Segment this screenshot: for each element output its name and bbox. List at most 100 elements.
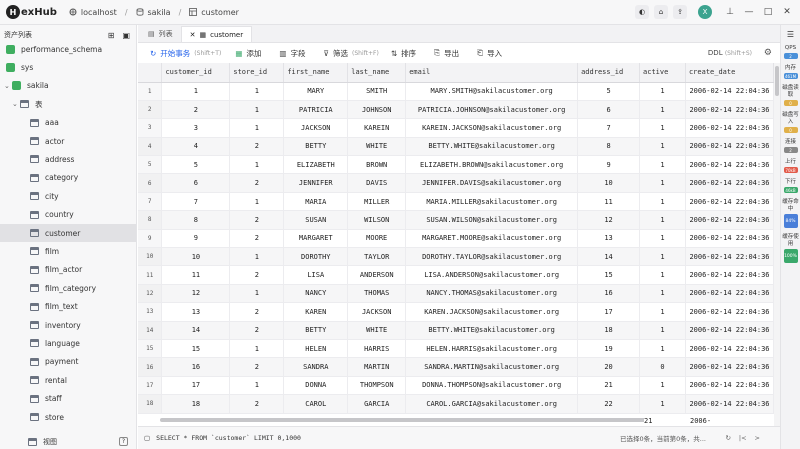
add-row-button[interactable]: ▦ 添加 [235,48,261,59]
minimize-icon[interactable]: — [742,5,756,19]
table-cell[interactable]: 19 [577,339,641,359]
close-icon[interactable]: ✕ [780,5,794,19]
tree-item-[interactable]: ⌄ 表 [0,95,136,113]
table-cell[interactable]: 1 [639,137,686,157]
table-cell[interactable]: JOHNSON [347,100,407,120]
table-cell[interactable]: 2006-02-14 22:04:36 [685,210,774,230]
table-cell[interactable]: 14 [161,321,231,340]
table-cell[interactable]: HARRIS [347,339,407,359]
next-page-icon[interactable]: > [755,434,760,442]
tree-item-sys[interactable]: sys [0,58,136,76]
table-cell[interactable]: MARGARET [283,229,349,249]
table-cell[interactable]: 1 [639,302,686,322]
table-cell[interactable]: 2 [229,321,285,340]
table-cell[interactable]: 18 [577,321,641,340]
table-cell[interactable]: SANDRA.MARTIN@sakilacustomer.org [405,357,579,377]
table-row[interactable]: 14 14 2 BETTY WHITE BETTY.WHITE@sakilacustome… [138,321,774,340]
column-header-customer-id[interactable]: customer_id [161,63,231,83]
table-cell[interactable]: 1 [229,118,285,138]
table-row[interactable]: 13 13 2 KAREN JACKSON KAREN.JACKSON@sakilacus… [138,302,774,322]
table-cell[interactable]: 1 [639,100,686,120]
table-cell[interactable]: 1 [639,192,686,212]
table-cell[interactable]: SUSAN.WILSON@sakilacustomer.org [405,210,579,230]
table-cell[interactable]: 1 [229,376,285,396]
table-row[interactable]: 5 5 1 ELIZABETH BROWN ELIZABETH.BROWN@sakilac… [138,155,774,175]
table-cell[interactable]: MARY [283,82,349,101]
table-cell[interactable]: 2006-02-14 22:04:36 [685,82,774,101]
table-cell[interactable]: JENNIFER.DAVIS@sakilacustomer.org [405,173,579,193]
table-cell[interactable]: 1 [639,118,686,138]
table-cell[interactable]: THOMPSON [347,376,407,396]
table-cell[interactable]: 16 [161,357,231,377]
table-cell[interactable]: CAROL.GARCIA@sakilacustomer.org [405,394,579,414]
table-cell[interactable]: 1 [229,284,285,304]
table-cell[interactable]: 11 [161,265,231,285]
column-header-last-name[interactable]: last_name [347,63,407,83]
tree-item-store[interactable]: store [0,408,136,426]
table-row[interactable]: 8 8 2 SUSAN WILSON SUSAN.WILSON@sakilacustome… [138,210,774,230]
table-cell[interactable]: 1 [639,247,686,267]
table-cell[interactable]: 1 [639,155,686,175]
table-row[interactable]: 10 10 1 DOROTHY TAYLOR DOROTHY.TAYLOR@sakilac… [138,247,774,267]
table-cell[interactable]: MOORE [347,229,407,249]
data-grid[interactable]: customer_id store_id first_name last_name em… [138,63,774,426]
table-cell[interactable]: DAVIS [347,173,407,193]
tree-item-country[interactable]: country [0,206,136,224]
table-cell[interactable]: 1 [639,210,686,230]
chevron-down-icon[interactable]: ⌄ [4,82,12,90]
table-cell[interactable]: JACKSON [347,302,407,322]
table-cell[interactable]: 2006-02-14 22:04:36 [685,339,774,359]
table-cell[interactable]: 15 [577,265,641,285]
fields-button[interactable]: ▥ 字段 [279,48,305,59]
tree-item-payment[interactable]: payment [0,353,136,371]
table-cell[interactable]: 2006-02-14 22:04:36 [685,247,774,267]
tree-item-staff[interactable]: staff [0,390,136,408]
tree-item-film_actor[interactable]: film_actor [0,261,136,279]
table-cell[interactable]: SMITH [347,82,407,101]
table-cell[interactable]: 1 [639,284,686,304]
tab-customer[interactable]: ✕ ▦ customer [180,26,253,42]
table-cell[interactable]: 2006-02-14 22:04:36 [685,321,774,340]
table-cell[interactable]: PATRICIA.JOHNSON@sakilacustomer.org [405,100,579,120]
table-cell[interactable]: MILLER [347,192,407,212]
table-row[interactable]: 9 9 2 MARGARET MOORE MARGARET.MOORE@sakilacus… [138,229,774,249]
export-button[interactable]: ⎘ 导出 [434,48,459,59]
theme-toggle-icon[interactable]: ◐ [635,5,649,19]
tree-item-inventory[interactable]: inventory [0,316,136,334]
table-cell[interactable]: 13 [161,302,231,322]
menu-icon[interactable]: ☰ [787,30,794,39]
table-cell[interactable]: WILSON [347,210,407,230]
table-cell[interactable]: 2006-02-14 22:04:36 [685,229,774,249]
table-cell[interactable]: 2 [229,210,285,230]
table-cell[interactable]: 10 [577,173,641,193]
table-cell[interactable]: 0 [639,357,686,377]
help-icon[interactable]: ? [119,437,128,446]
table-row[interactable]: 3 3 1 JACKSON KAREIN KAREIN.JACKSON@sakilacus… [138,118,774,138]
table-cell[interactable]: 7 [161,192,231,212]
table-cell[interactable]: GARCIA [347,394,407,414]
table-cell[interactable]: 2006-02-14 22:04:36 [685,394,774,414]
tree-item-address[interactable]: address [0,150,136,168]
table-cell[interactable]: PATRICIA [283,100,349,120]
breadcrumb-db[interactable]: sakila [148,8,171,17]
maximize-icon[interactable]: □ [761,5,775,19]
table-cell[interactable]: BROWN [347,155,407,175]
table-cell[interactable]: BETTY.WHITE@sakilacustomer.org [405,321,579,340]
table-row[interactable]: 17 17 1 DONNA THOMPSON DONNA.THOMPSON@sakilac… [138,376,774,396]
table-cell[interactable]: ANDERSON [347,265,407,285]
horizontal-scrollbar[interactable] [160,418,650,422]
table-cell[interactable]: 8 [161,210,231,230]
table-cell[interactable]: 1 [229,155,285,175]
table-cell[interactable]: BETTY [283,321,349,340]
breadcrumb-table[interactable]: customer [201,8,239,17]
table-cell[interactable]: ELIZABETH [283,155,349,175]
refresh-icon[interactable]: ↻ [725,434,730,442]
table-cell[interactable]: LISA.ANDERSON@sakilacustomer.org [405,265,579,285]
table-cell[interactable]: MARGARET.MOORE@sakilacustomer.org [405,229,579,249]
table-cell[interactable]: 11 [577,192,641,212]
tree-item-customer[interactable]: customer [0,224,136,242]
table-cell[interactable]: 13 [577,229,641,249]
table-cell[interactable]: WHITE [347,321,407,340]
tree-item-rental[interactable]: rental [0,371,136,389]
table-cell[interactable]: NANCY.THOMAS@sakilacustomer.org [405,284,579,304]
